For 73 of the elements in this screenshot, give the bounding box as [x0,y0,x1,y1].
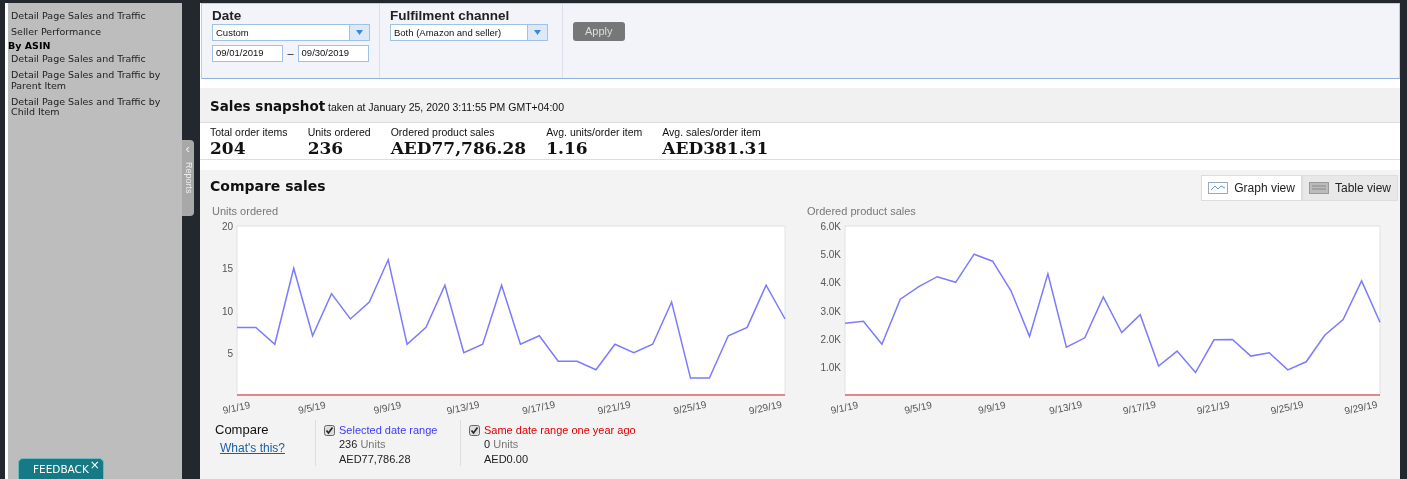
axis-tick-label: 3.0K [820,305,841,317]
axis-tick-label: 4.0K [820,277,841,289]
axis-tick-label: 1.0K [820,361,841,373]
metric-label: Ordered product sales [390,127,496,139]
dropdown-arrow-icon [534,30,541,36]
sidebar-link[interactable]: Detail Page Sales and Traffic [11,9,182,25]
section-title: Sales snapshot [210,98,326,114]
axis-tick-label: 9/1/19 [829,399,859,416]
units-value: 236 [339,438,358,451]
series-label: Selected date range [339,423,438,438]
metric-value: 204 [210,138,247,158]
axis-tick-label: 9/29/19 [1343,398,1379,417]
axis-tick-label: 2.0K [820,333,841,345]
sales-value: AED0.00 [484,451,530,466]
metric-value: AED381.31 [662,138,769,158]
view-toggle[interactable]: Table view [1301,175,1398,202]
sidebar-link[interactable]: Seller Performance [11,24,182,41]
select-field[interactable]: Both (Amazon and seller) [390,24,548,42]
table-icon [1308,182,1329,195]
chart-title: Units ordered [212,204,280,220]
sidebar-link[interactable]: Detail Page Sales and Traffic by Child Item [11,94,182,122]
filter-label: Fulfilment channel [390,8,511,25]
axis-tick-label: 5.0K [820,249,841,261]
timestamp-text: taken at January 25, 2020 3:11:55 PM GMT+04:00 [328,101,564,113]
axis-tick-label: 9/17/19 [1122,398,1157,417]
sidebar-link[interactable]: Detail Page Sales and Traffic by Parent Item [11,67,182,95]
date-separator: – [287,46,294,62]
help-link[interactable]: What's this? [220,441,285,456]
axis-tick-label: 10 [221,305,233,317]
checkbox[interactable] [469,425,480,436]
sidebar-link[interactable]: Detail Page Sales and Traffic [11,51,182,68]
axis-tick-label: 9/21/19 [1195,398,1231,417]
axis-tick-label: 9/29/19 [747,398,783,417]
units-label: Units [493,438,519,451]
axis-tick-label: 20 [221,221,233,232]
metric-value: AED77,786.28 [390,138,527,158]
chart-title: Ordered product sales [807,204,917,220]
axis-tick-label: 9/5/19 [903,399,933,416]
close-icon[interactable]: × [89,456,100,475]
section-title: Compare sales [210,177,326,197]
axis-tick-label: 9/9/19 [977,399,1007,416]
axis-tick-label: 9/5/19 [297,399,327,416]
axis-tick-label: 9/25/19 [1269,398,1305,417]
metric-label: Avg. units/order item [546,127,643,139]
line-chart-icon [1208,182,1229,195]
metric-value: 236 [307,138,345,158]
sidebar-heading: By ASIN [8,40,52,52]
metric-label: Avg. sales/order item [662,127,762,139]
axis-tick-label: 5 [227,347,233,359]
axis-tick-label: 15 [221,263,233,275]
axis-tick-label: 9/17/19 [521,398,557,417]
units-value: 0 [484,438,491,451]
axis-tick-label: 9/25/19 [672,398,708,417]
axis-tick-label: 9/13/19 [1048,398,1084,417]
view-toggle[interactable]: Graph view [1201,175,1302,202]
series-label: Same date range one year ago [484,423,636,438]
axis-tick-label: 9/13/19 [445,398,481,417]
sales-value: AED77,786.28 [339,451,412,466]
metric-label: Units ordered [307,127,371,139]
axis-tick-label: 9/21/19 [596,398,632,417]
date-field[interactable]: 09/01/2019 [212,45,284,63]
checkbox[interactable] [324,425,335,436]
axis-tick-label: 9/9/19 [372,399,403,416]
select-field[interactable]: Custom [212,24,370,42]
axis-tick-label: 6.0K [820,221,841,232]
units-label: Units [360,438,386,451]
metric-value: 1.16 [546,138,589,158]
metric-label: Total order items [210,127,288,139]
dropdown-arrow-icon [356,30,363,36]
filter-label: Date [212,8,243,25]
date-field[interactable]: 09/30/2019 [297,45,369,63]
axis-tick-label: 9/1/19 [221,399,251,416]
compare-label: Compare [215,421,270,439]
